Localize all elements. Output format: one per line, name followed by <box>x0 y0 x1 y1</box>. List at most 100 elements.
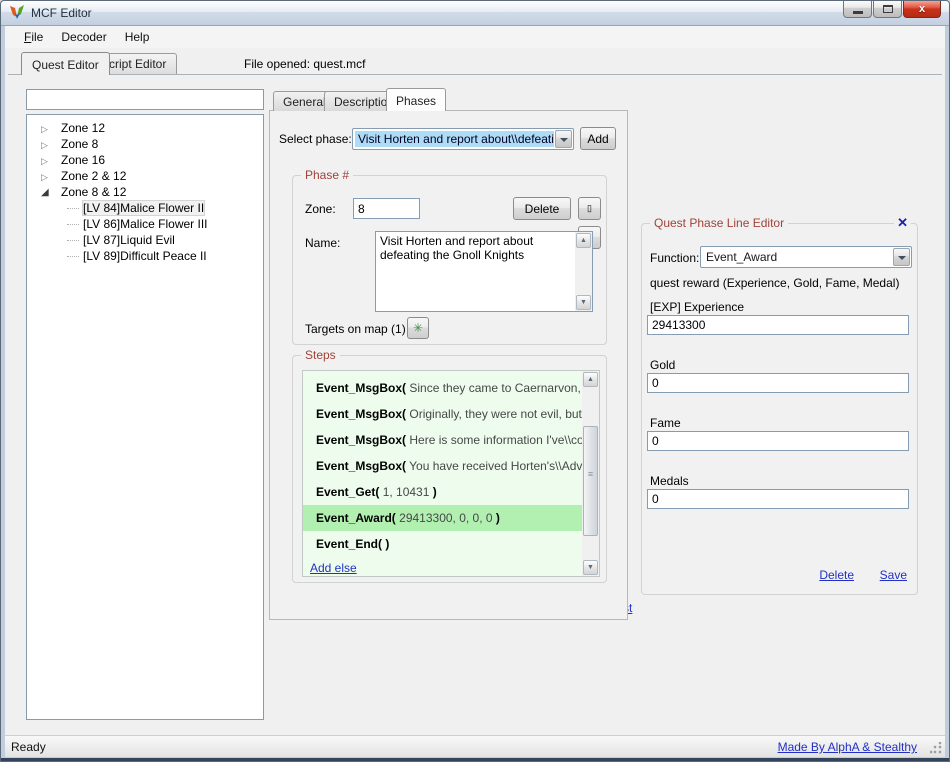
scroll-up-icon[interactable]: ▲ <box>576 233 591 248</box>
resize-grip[interactable] <box>930 742 942 754</box>
step-args: Originally, they were not evil, but\\si <box>406 407 582 421</box>
delete-phase-button[interactable]: Delete <box>513 197 571 220</box>
minimize-button[interactable] <box>843 1 872 18</box>
steps-group: Steps Event_MsgBox( Since they came to C… <box>292 355 607 583</box>
menu-help[interactable]: Help <box>116 26 159 48</box>
gold-input[interactable] <box>647 373 909 393</box>
phase-group: Phase # Zone: Delete ▯ ▯ Name: Visit Hor… <box>292 175 607 345</box>
expand-icon[interactable]: ▷ <box>41 169 53 185</box>
menu-decoder[interactable]: Decoder <box>52 26 115 48</box>
exp-label: [EXP] Experience <box>650 300 744 314</box>
expand-icon[interactable]: ▷ <box>41 137 53 153</box>
minimize-icon <box>853 11 863 14</box>
scrollbar-thumb[interactable]: ≡ <box>583 426 598 536</box>
targets-on-map-button[interactable]: ✳ <box>407 317 429 339</box>
line-delete-link[interactable]: Delete <box>819 568 854 582</box>
step-row[interactable]: Event_MsgBox( Originally, they were not … <box>303 401 582 427</box>
tree-item-label: Zone 12 <box>61 121 105 135</box>
tab-divider <box>8 74 942 75</box>
step-args: Here is some information I've\\comp <box>406 433 582 447</box>
add-phase-button[interactable]: Add <box>580 127 616 150</box>
close-icon: x <box>919 3 925 15</box>
chevron-down-icon[interactable] <box>555 130 572 148</box>
menu-bar: File Decoder Help <box>5 26 945 48</box>
app-window: MCF Editor x File Decoder Help Quest Edi… <box>0 0 950 762</box>
step-row[interactable]: Event_MsgBox( You have received Horten's… <box>303 453 582 479</box>
expand-icon[interactable]: ▷ <box>41 121 53 137</box>
expand-icon[interactable]: ▷ <box>41 153 53 169</box>
move-up-button[interactable]: ▯ <box>578 197 601 220</box>
scroll-up-icon[interactable]: ▲ <box>583 372 598 387</box>
name-label: Name: <box>305 236 340 250</box>
step-row[interactable]: Event_Award( 29413300, 0, 0, 0 ) <box>303 505 582 531</box>
step-args: Since they came to Caernarvon, the <box>406 381 582 395</box>
tree-item-label: Zone 8 & 12 <box>61 185 126 199</box>
medals-input[interactable] <box>647 489 909 509</box>
step-row[interactable]: Event_Get( 1, 10431 ) <box>303 479 582 505</box>
phases-tab-page: Select phase: Visit Horten and report ab… <box>269 110 628 620</box>
tree-item[interactable]: [LV 84]Malice Flower II <box>27 200 263 216</box>
zone-input[interactable] <box>353 198 420 219</box>
line-save-link[interactable]: Save <box>880 568 907 582</box>
function-combobox[interactable]: Event_Award <box>700 246 912 268</box>
step-function: Event_MsgBox( <box>316 407 406 421</box>
quest-phase-line-editor: Quest Phase Line Editor ✕ Function: Even… <box>641 223 918 595</box>
tree-item-label: [LV 86]Malice Flower III <box>83 217 208 231</box>
step-row[interactable]: Event_MsgBox( Since they came to Caernar… <box>303 375 582 401</box>
steps-scrollbar[interactable]: ▲ ▼ ≡ <box>582 371 599 576</box>
step-args: You have received Horten's\\Adver <box>406 459 582 473</box>
tree-item-label: Zone 2 & 12 <box>61 169 126 183</box>
maximize-button[interactable] <box>873 1 902 18</box>
chevron-down-icon[interactable] <box>893 248 910 266</box>
step-function: Event_MsgBox( <box>316 381 406 395</box>
phase-name-textarea[interactable]: Visit Horten and report about defeating … <box>376 232 575 311</box>
phase-combobox[interactable]: Visit Horten and report about\\defeating <box>352 128 574 150</box>
step-close: ) <box>496 511 500 525</box>
tree-item[interactable]: [LV 89]Difficult Peace II <box>27 248 263 264</box>
tree-item[interactable]: ▷Zone 16 <box>27 152 263 168</box>
scroll-down-icon[interactable]: ▼ <box>576 295 591 310</box>
zone-label: Zone: <box>305 202 336 216</box>
target-marker-icon: ✳ <box>413 321 423 335</box>
tab-quest-editor[interactable]: Quest Editor <box>21 52 110 75</box>
medals-label: Medals <box>650 474 689 488</box>
credits-link[interactable]: Made By AlphA & Stealthy <box>778 740 917 754</box>
tree-item[interactable]: ▷ Zone 12 <box>27 120 263 136</box>
menu-file[interactable]: File <box>15 26 52 48</box>
tab-phases[interactable]: Phases <box>386 88 446 111</box>
name-scrollbar[interactable]: ▲ ▼ <box>575 232 592 311</box>
step-args: 1, 10431 <box>379 485 432 499</box>
gold-label: Gold <box>650 358 675 372</box>
phase-group-title: Phase # <box>301 168 353 182</box>
tree-item[interactable]: ▷ Zone 2 & 12 <box>27 168 263 184</box>
tree-item[interactable]: ▷Zone 8 <box>27 136 263 152</box>
fame-input[interactable] <box>647 431 909 451</box>
scroll-down-icon[interactable]: ▼ <box>583 560 598 575</box>
tree-item-label: [LV 87]Liquid Evil <box>83 233 175 247</box>
exp-input[interactable] <box>647 315 909 335</box>
step-close: ) <box>433 485 437 499</box>
tree-item[interactable]: [LV 86]Malice Flower III <box>27 216 263 232</box>
title-bar[interactable]: MCF Editor x <box>1 1 949 26</box>
collapse-icon[interactable]: ◢ <box>41 185 53 201</box>
search-input[interactable] <box>26 89 264 110</box>
fame-label: Fame <box>650 416 681 430</box>
step-function: Event_End( <box>316 537 382 551</box>
status-text: Ready <box>11 740 46 754</box>
tree-item[interactable]: [LV 87]Liquid Evil <box>27 232 263 248</box>
tree-item-label: [LV 89]Difficult Peace II <box>83 249 207 263</box>
step-close: ) <box>385 537 389 551</box>
targets-on-map-label: Targets on map (1) <box>305 322 406 336</box>
step-function: Event_MsgBox( <box>316 433 406 447</box>
status-bar: Ready Made By AlphA & Stealthy <box>5 735 945 757</box>
close-editor-icon[interactable]: ✕ <box>894 215 911 231</box>
function-combobox-value: Event_Award <box>703 249 892 265</box>
maximize-icon <box>883 5 893 13</box>
close-button[interactable]: x <box>903 1 941 18</box>
step-function: Event_Get( <box>316 485 379 499</box>
tree-item[interactable]: ◢ Zone 8 & 12 <box>27 184 263 200</box>
add-else-link[interactable]: Add else <box>310 561 357 575</box>
step-args: 29413300, 0, 0, 0 <box>396 511 496 525</box>
step-row[interactable]: Event_End( ) <box>303 531 582 557</box>
step-row[interactable]: Event_MsgBox( Here is some information I… <box>303 427 582 453</box>
